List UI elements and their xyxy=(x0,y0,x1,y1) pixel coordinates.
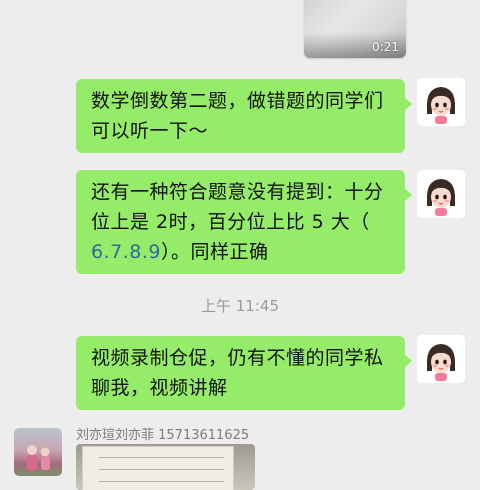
cartoon-girl-avatar-icon xyxy=(417,170,465,218)
image-message[interactable] xyxy=(76,444,255,490)
photo-avatar-icon xyxy=(27,445,50,471)
notebook-line xyxy=(99,457,224,458)
sender-name: 刘亦瑄刘亦菲 15713611625 xyxy=(76,428,250,443)
chat-bubble-1[interactable]: 数学倒数第二题，做错题的同学们 可以听一下～ xyxy=(76,79,412,153)
notebook-line xyxy=(99,481,224,482)
message-line: 6.7.8.9）。同样正确 xyxy=(91,237,393,267)
message-line: 聊我，视频讲解 xyxy=(91,377,228,399)
message-line: 可以听一下～ xyxy=(91,120,209,142)
timestamp: 上午 11:45 xyxy=(201,297,279,315)
number-link[interactable]: 6.7.8.9 xyxy=(91,241,161,263)
message-text: ）。同样正确 xyxy=(160,241,269,263)
notebook-line xyxy=(99,469,224,470)
cartoon-girl-avatar-icon xyxy=(417,335,465,383)
my-avatar[interactable] xyxy=(417,335,465,383)
cartoon-girl-avatar-icon xyxy=(417,78,465,126)
message-line: 还有一种符合题意没有提到：十分 xyxy=(91,181,384,203)
my-avatar[interactable] xyxy=(417,170,465,218)
video-duration: 0:21 xyxy=(372,40,399,54)
message-line: 视频录制仓促，仍有不懂的同学私 xyxy=(91,347,384,369)
message-line: 数学倒数第二题，做错题的同学们 xyxy=(91,90,384,112)
message-line: 位上是 2时，百分位上比 5 大（ xyxy=(91,211,370,233)
notebook-photo xyxy=(82,446,234,490)
video-message[interactable]: 0:21 xyxy=(304,0,406,58)
chat-bubble-2[interactable]: 还有一种符合题意没有提到：十分 位上是 2时，百分位上比 5 大（ 6.7.8.… xyxy=(76,170,412,274)
sender-avatar[interactable] xyxy=(14,428,62,476)
chat-bubble-3[interactable]: 视频录制仓促，仍有不懂的同学私 聊我，视频讲解 xyxy=(76,336,412,410)
my-avatar[interactable] xyxy=(417,78,465,126)
